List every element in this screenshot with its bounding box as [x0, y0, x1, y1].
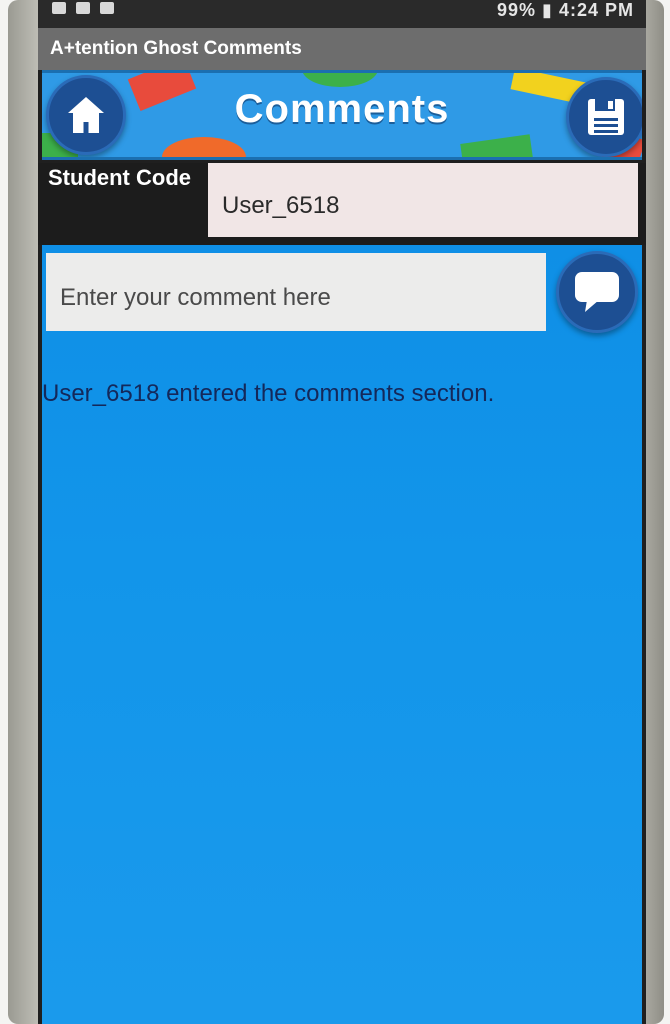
status-bar: 99% ▮ 4:24 PM	[38, 0, 646, 28]
status-time: 99% ▮ 4:24 PM	[497, 0, 634, 20]
comments-area: User_6518 entered the comments section.	[42, 245, 642, 1024]
app-title: A+tention Ghost Comments	[50, 38, 302, 59]
banner-shape	[302, 73, 378, 87]
speech-bubble-icon	[575, 272, 619, 312]
notification-icons	[52, 2, 114, 14]
send-comment-button[interactable]	[556, 251, 638, 333]
student-code-row: Student Code	[38, 163, 646, 245]
banner-shape	[162, 137, 246, 157]
comment-input[interactable]	[46, 253, 546, 331]
banner-shape	[460, 134, 534, 157]
app-title-bar: A+tention Ghost Comments	[38, 28, 646, 70]
phone-screen: 99% ▮ 4:24 PM A+tention Ghost Comments C…	[38, 0, 646, 1024]
save-button[interactable]	[566, 77, 642, 157]
student-code-field[interactable]	[208, 163, 638, 237]
comment-log-message: User_6518 entered the comments section.	[42, 380, 495, 407]
home-icon	[68, 97, 104, 133]
page-title: Comments	[234, 87, 450, 131]
student-code-label: Student Code	[48, 165, 191, 190]
download-notification-icon	[100, 2, 114, 14]
message-notification-icon	[76, 2, 90, 14]
home-button[interactable]	[46, 75, 126, 155]
save-floppy-icon	[588, 99, 624, 135]
gallery-notification-icon	[52, 2, 66, 14]
comments-banner: Comments	[42, 70, 642, 160]
